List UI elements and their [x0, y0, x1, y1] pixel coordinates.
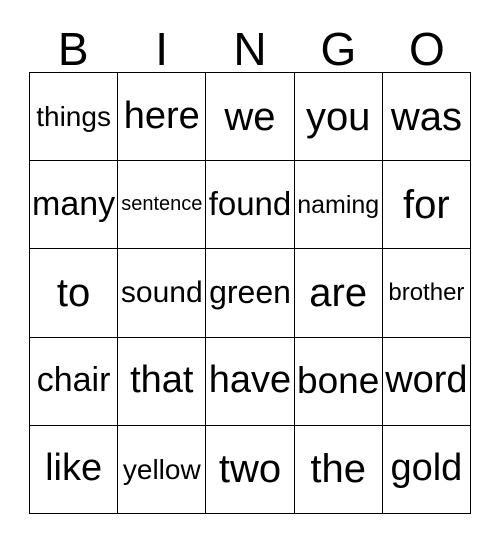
bingo-cell-word: sentence [121, 193, 203, 216]
bingo-cell-word: the [310, 447, 366, 492]
bingo-header-letter-b: B [57, 23, 89, 75]
bingo-cell-word: we [224, 94, 276, 139]
bingo-cell-word: here [123, 94, 200, 137]
bingo-cell[interactable]: for [382, 161, 471, 250]
bingo-card: B I N G O things here we you was many se… [0, 0, 500, 544]
bingo-header-letter-n: N [233, 23, 267, 75]
bingo-header-letter-o: O [408, 23, 445, 75]
bingo-cell-word: you [305, 94, 371, 139]
bingo-cell[interactable]: many [30, 161, 119, 250]
bingo-cell[interactable]: we [206, 73, 295, 162]
bingo-cell-word: are [309, 270, 368, 315]
bingo-cell[interactable]: here [118, 73, 207, 162]
bingo-cell-word: green [209, 274, 291, 311]
bingo-header-row: B I N G O [29, 22, 471, 72]
bingo-cell-word: brother [388, 279, 465, 307]
bingo-cell-word: naming [297, 190, 380, 219]
bingo-cell-word: yellow [122, 453, 201, 485]
bingo-cell[interactable]: yellow [118, 425, 207, 514]
bingo-cell-word: things [36, 100, 111, 132]
bingo-cell[interactable]: word [382, 337, 471, 426]
bingo-cell-word: like [45, 447, 103, 490]
bingo-cell[interactable]: have [206, 337, 295, 426]
bingo-cell[interactable]: the [294, 425, 383, 514]
bingo-cell[interactable]: gold [382, 425, 471, 514]
bingo-cell-word: to [56, 270, 91, 315]
bingo-cell[interactable]: things [30, 73, 119, 162]
bingo-cell[interactable]: green [206, 249, 295, 338]
bingo-cell-word: have [208, 359, 292, 402]
bingo-cell[interactable]: chair [30, 337, 119, 426]
bingo-cell-word: sound [120, 276, 203, 310]
bingo-cell[interactable]: sentence [118, 161, 207, 250]
bingo-cell-word: two [218, 447, 282, 492]
bingo-cell-word: many [32, 184, 116, 223]
bingo-cell-word: found [208, 185, 292, 223]
bingo-header-letter-i: I [155, 23, 168, 75]
bingo-grid: things here we you was many sentence fou… [29, 72, 471, 514]
bingo-cell[interactable]: found [206, 161, 295, 250]
bingo-cell-word: for [403, 182, 450, 227]
bingo-cell-word: bone [297, 359, 380, 401]
bingo-cell[interactable]: two [206, 425, 295, 514]
bingo-cell-word: gold [390, 447, 463, 490]
bingo-cell-word: was [390, 94, 462, 139]
bingo-cell[interactable]: you [294, 73, 383, 162]
bingo-cell[interactable]: bone [294, 337, 383, 426]
bingo-cell[interactable]: brother [382, 249, 471, 338]
bingo-cell-word: word [385, 359, 468, 402]
bingo-cell[interactable]: to [30, 249, 119, 338]
bingo-cell[interactable]: sound [118, 249, 207, 338]
bingo-cell[interactable]: that [118, 337, 207, 426]
bingo-cell-word: that [130, 359, 194, 402]
bingo-cell[interactable]: like [30, 425, 119, 514]
bingo-cell[interactable]: are [294, 249, 383, 338]
bingo-cell[interactable]: was [382, 73, 471, 162]
bingo-cell[interactable]: naming [294, 161, 383, 250]
bingo-header-letter-g: G [320, 23, 357, 75]
bingo-cell-word: chair [36, 361, 111, 400]
